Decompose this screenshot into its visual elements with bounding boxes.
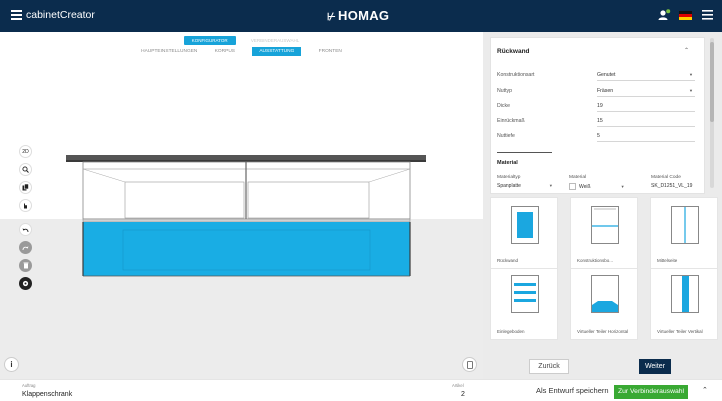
connector-selection-button[interactable]: Zur Verbinderauswahl	[614, 385, 688, 399]
horizontal-divider-icon	[591, 275, 619, 313]
configurator-viewport[interactable]: KONFIGURATOR VERBINDERAUSWAHL HAUPTEINST…	[0, 32, 483, 379]
language-flag-icon[interactable]	[679, 10, 692, 20]
material-code-label: Material Code	[651, 175, 681, 180]
color-swatch	[569, 183, 576, 190]
label-einrueckmass: Einrückmaß	[497, 118, 525, 124]
materialtyp-label: Materialtyp	[497, 175, 521, 180]
material-title: Material	[497, 160, 518, 166]
homag-logo: ⊬ HOMAG	[327, 8, 390, 23]
material-code-value: SK_D1251_VL_19	[651, 183, 693, 189]
dicke-input[interactable]: 19	[597, 103, 695, 112]
delete-icon[interactable]	[19, 259, 32, 272]
order-value: Klappenschrank	[22, 391, 73, 398]
next-button[interactable]: Weiter	[639, 359, 671, 374]
card-title: Rückwand	[497, 48, 530, 55]
construction-floor-icon	[591, 206, 619, 244]
materialtyp-select[interactable]: Spanplatte ▼	[497, 183, 553, 189]
tile-rueckwand[interactable]: Rückwand	[490, 197, 558, 269]
user-icon[interactable]	[657, 8, 671, 22]
middle-side-icon	[671, 206, 699, 244]
dropdown-caret-icon: ▼	[620, 183, 625, 189]
tile-konstruktionsboden[interactable]: Konstruktionsbo...	[570, 197, 638, 269]
dropdown-caret-icon: ▼	[689, 72, 693, 77]
nuttiefe-input[interactable]: 5	[597, 133, 695, 142]
chevron-up-icon[interactable]: ⌃	[702, 386, 708, 394]
tile-einlegeboden[interactable]: Einlegeboden	[490, 268, 558, 340]
top-right-icons	[657, 8, 714, 22]
copy-icon[interactable]	[19, 181, 32, 194]
tile-virtueller-teiler-horizontal[interactable]: Virtueller Teiler Horizontal	[570, 268, 638, 340]
rueckwand-card: Rückwand ⌃ Konstruktionsart Genutet ▼ Nut…	[490, 37, 705, 194]
vertical-divider-icon	[671, 275, 699, 313]
divider	[497, 152, 552, 153]
article-value: 2	[461, 391, 465, 398]
top-bar: cabinetCreator ⊬ HOMAG	[0, 0, 722, 32]
redo-icon[interactable]	[19, 241, 32, 254]
einrueckmass-input[interactable]: 15	[597, 118, 695, 127]
info-icon[interactable]: i	[4, 357, 19, 372]
tile-mittelseite[interactable]: Mittelseite	[650, 197, 718, 269]
article-label: Artikel	[452, 383, 464, 388]
shelf-icon	[511, 275, 539, 313]
back-button[interactable]: Zurück	[529, 359, 569, 374]
order-label: Auftrag	[22, 383, 36, 388]
document-icon[interactable]	[462, 357, 477, 372]
material-label: Material	[569, 175, 587, 180]
undo-icon[interactable]	[19, 223, 32, 236]
tile-virtueller-teiler-vertikal[interactable]: Virtueller Teiler Vertikal	[650, 268, 718, 340]
collapse-chevron-icon[interactable]: ⌃	[684, 47, 689, 54]
hand-icon[interactable]	[19, 199, 32, 212]
label-dicke: Dicke	[497, 103, 510, 109]
help-icon[interactable]	[19, 277, 32, 290]
dropdown-caret-icon: ▼	[689, 88, 693, 93]
label-nuttiefe: Nuttiefe	[497, 133, 515, 139]
material-select[interactable]: Weiß ▼	[569, 183, 625, 190]
dropdown-caret-icon: ▼	[548, 183, 553, 188]
app-title-area: cabinetCreator	[11, 9, 95, 21]
cabinet-3d-model[interactable]	[0, 32, 483, 379]
save-draft-button[interactable]: Als Entwurf speichern	[536, 386, 609, 395]
nuttyp-select[interactable]: Fräsen ▼	[597, 88, 695, 97]
menu-list-icon[interactable]	[11, 10, 22, 20]
konstruktionsart-select[interactable]: Genutet ▼	[597, 72, 695, 81]
view-2d-button[interactable]: 2D	[19, 145, 32, 158]
panel-scrollbar[interactable]	[710, 38, 714, 188]
back-panel-icon	[511, 206, 539, 244]
zoom-icon[interactable]	[19, 163, 32, 176]
app-title: cabinetCreator	[26, 9, 95, 21]
label-konstruktionsart: Konstruktionsart	[497, 72, 535, 78]
scrollbar-thumb[interactable]	[710, 42, 714, 122]
hamburger-menu-icon[interactable]	[700, 8, 714, 22]
label-nuttyp: Nuttyp	[497, 88, 512, 94]
